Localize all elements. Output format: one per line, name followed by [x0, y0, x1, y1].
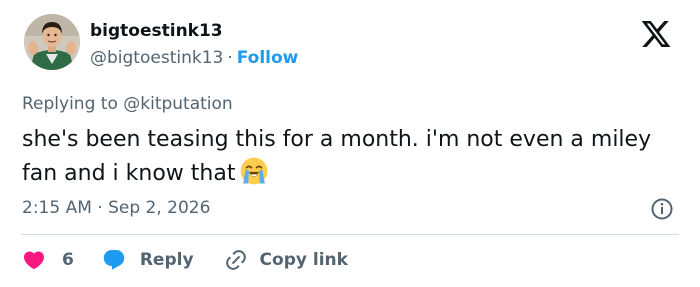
divider — [22, 234, 679, 235]
tweet-date: Sep 2, 2026 — [108, 198, 211, 218]
avatar[interactable] — [24, 14, 80, 70]
link-icon — [225, 250, 246, 270]
tweet-text: she's been teasing this for a month. i'm… — [22, 124, 682, 190]
reply-button[interactable]: Reply — [102, 248, 194, 272]
copy-link-button[interactable]: Copy link — [224, 248, 348, 272]
author-handle[interactable]: @bigtoestink13 — [90, 48, 223, 68]
tweet-body: she's been teasing this for a month. i'm… — [22, 127, 652, 186]
follow-button[interactable]: Follow — [237, 48, 299, 68]
reply-bubble-icon — [103, 250, 125, 270]
separator-dot: · — [227, 48, 233, 68]
x-logo-icon[interactable] — [638, 18, 674, 50]
timestamp-separator: · — [97, 198, 103, 218]
avatar-photo — [24, 14, 80, 70]
reply-mention-link[interactable]: @kitputation — [123, 94, 232, 114]
reply-context: Replying to @kitputation — [22, 94, 233, 114]
copy-link-label: Copy link — [259, 250, 348, 270]
author-display-name[interactable]: bigtoestink13 — [90, 21, 223, 41]
reply-label: Reply — [139, 250, 194, 270]
tweet-timestamp[interactable]: 2:15 AM · Sep 2, 2026 — [22, 198, 210, 218]
author-handle-row: @bigtoestink13 · Follow — [90, 48, 298, 68]
tweet-time: 2:15 AM — [22, 198, 92, 218]
loudly-crying-face-icon — [241, 157, 268, 185]
info-icon[interactable] — [650, 197, 674, 221]
action-bar: 6 Reply Copy link — [22, 246, 348, 274]
like-button[interactable]: 6 — [22, 248, 74, 272]
reply-context-prefix: Replying to — [22, 94, 118, 114]
heart-icon — [23, 251, 45, 270]
like-count: 6 — [62, 250, 74, 270]
